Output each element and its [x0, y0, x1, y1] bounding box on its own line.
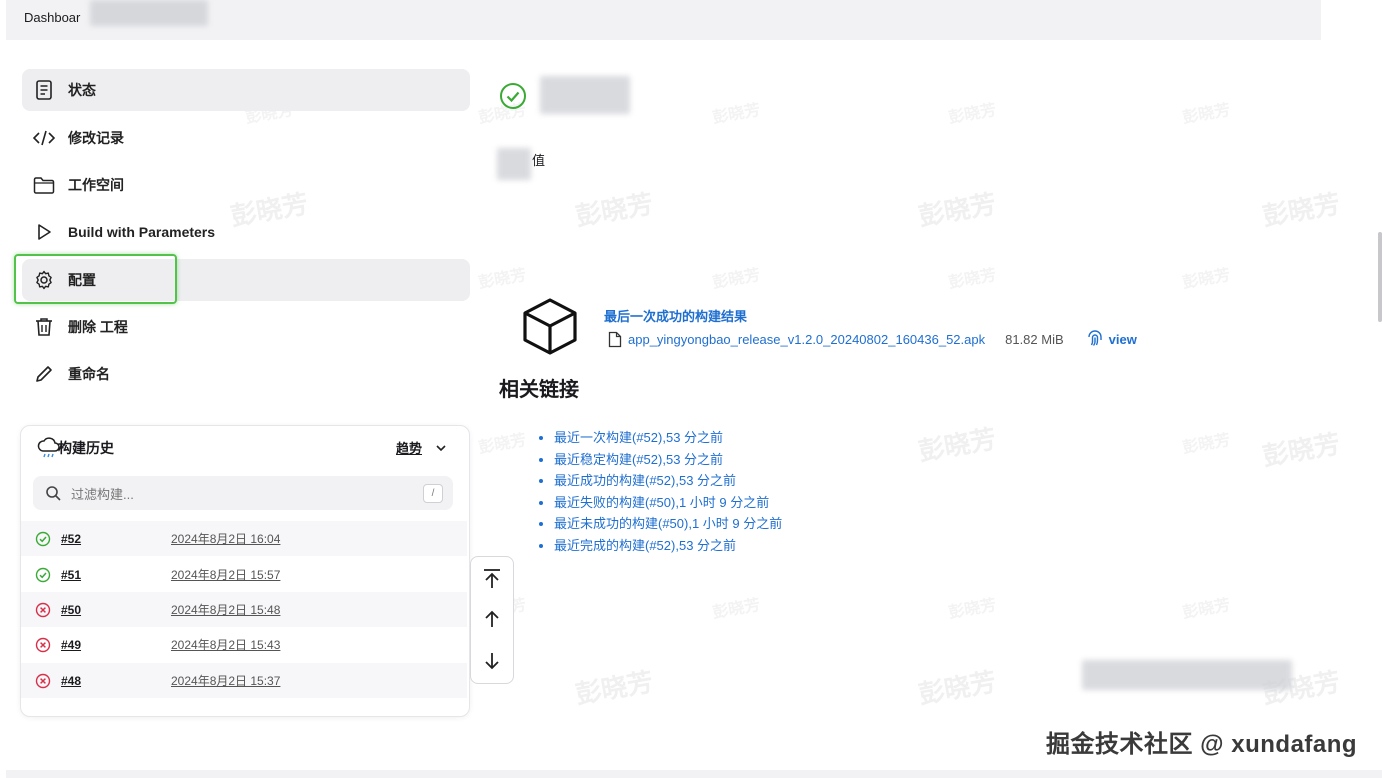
watermark: 彭晓芳	[916, 188, 999, 232]
build-time[interactable]: 2024年8月2日 15:57	[171, 566, 280, 583]
sidebar-item-build-with-parameters[interactable]: Build with Parameters	[22, 211, 470, 253]
watermark: 彭晓芳	[1260, 428, 1343, 472]
success-status-icon	[500, 83, 526, 109]
artifact-row: app_yingyongbao_release_v1.2.0_20240802_…	[608, 330, 1137, 348]
failed-status-icon	[35, 602, 51, 617]
watermark: 彭晓芳	[477, 266, 528, 293]
sidebar-item-status[interactable]: 状态	[22, 69, 470, 111]
search-icon	[45, 485, 61, 506]
artifact-file-size: 81.82 MiB	[1005, 331, 1064, 347]
trash-icon	[32, 315, 56, 339]
trend-link[interactable]: 趋势	[396, 438, 422, 457]
scroll-down-button[interactable]	[471, 641, 513, 681]
bottom-bar	[6, 770, 1382, 778]
file-icon	[608, 331, 622, 347]
fingerprint-icon	[1087, 330, 1102, 346]
view-label: view	[1108, 331, 1137, 347]
artifact-file-link[interactable]: app_yingyongbao_release_v1.2.0_20240802_…	[628, 332, 985, 347]
sidebar-item-rename[interactable]: 重命名	[22, 353, 470, 395]
sidebar-item-delete-project[interactable]: 删除 工程	[22, 306, 470, 348]
related-link[interactable]: 最近稳定构建(#52),53 分之前	[554, 449, 782, 471]
play-icon	[32, 220, 56, 244]
blurred-breadcrumb	[90, 0, 208, 26]
blurred-job-title	[540, 76, 630, 114]
build-number-link[interactable]: #51	[61, 568, 171, 582]
filter-shortcut-key: /	[423, 484, 443, 503]
watermark: 彭晓芳	[573, 666, 656, 710]
arrow-down-icon	[485, 653, 499, 670]
page-scroll-controls	[470, 556, 514, 684]
related-link[interactable]: 最近一次构建(#52),53 分之前	[554, 427, 782, 449]
related-link[interactable]: 最近成功的构建(#52),53 分之前	[554, 470, 782, 492]
watermark: 彭晓芳	[1260, 188, 1343, 232]
breadcrumb-dashboard[interactable]: Dashboar	[24, 10, 80, 25]
watermark: 彭晓芳	[1181, 596, 1232, 623]
related-links-list: 最近一次构建(#52),53 分之前 最近稳定构建(#52),53 分之前 最近…	[534, 427, 782, 556]
sidebar-item-label: Build with Parameters	[68, 224, 216, 240]
document-icon	[32, 78, 56, 102]
build-time[interactable]: 2024年8月2日 15:37	[171, 672, 280, 689]
watermark: 彭晓芳	[1181, 266, 1232, 293]
build-row[interactable]: #49 2024年8月2日 15:43	[21, 627, 467, 662]
arrow-up-icon	[485, 610, 499, 627]
build-time[interactable]: 2024年8月2日 15:48	[171, 601, 280, 618]
watermark: 彭晓芳	[916, 666, 999, 710]
build-number-link[interactable]: #48	[61, 674, 171, 688]
build-filter-input[interactable]	[69, 476, 413, 512]
build-row[interactable]: #48 2024年8月2日 15:37	[21, 663, 467, 698]
build-row[interactable]: #52 2024年8月2日 16:04	[21, 521, 467, 556]
watermark: 彭晓芳	[573, 188, 656, 232]
parameter-value-label: 值	[532, 153, 546, 168]
watermark: 彭晓芳	[1181, 431, 1232, 458]
related-links-heading: 相关链接	[499, 379, 579, 401]
sidebar-item-label: 修改记录	[68, 130, 124, 146]
watermark: 彭晓芳	[711, 266, 762, 293]
build-time[interactable]: 2024年8月2日 16:04	[171, 530, 280, 547]
success-status-icon	[35, 531, 51, 546]
sidebar-item-label: 状态	[68, 82, 96, 98]
blurred-footer-info	[1082, 660, 1292, 690]
related-link[interactable]: 最近完成的构建(#52),53 分之前	[554, 535, 782, 557]
sidebar-item-label: 删除 工程	[68, 319, 128, 335]
watermark: 彭晓芳	[947, 101, 998, 128]
watermark: 彭晓芳	[711, 596, 762, 623]
blurred-description	[497, 148, 531, 180]
build-time[interactable]: 2024年8月2日 15:43	[171, 636, 280, 653]
scroll-to-top-button[interactable]	[471, 559, 513, 599]
scroll-up-button[interactable]	[471, 599, 513, 639]
failed-status-icon	[35, 673, 51, 688]
watermark: 彭晓芳	[947, 266, 998, 293]
watermark: 彭晓芳	[711, 101, 762, 128]
related-link[interactable]: 最近失败的构建(#50),1 小时 9 分之前	[554, 492, 782, 514]
code-icon	[32, 126, 56, 150]
success-status-icon	[35, 567, 51, 582]
pencil-icon	[32, 362, 56, 386]
folder-icon	[32, 173, 56, 197]
page-scrollbar[interactable]	[1378, 232, 1382, 322]
build-number-link[interactable]: #50	[61, 603, 171, 617]
arrow-to-top-icon	[484, 569, 500, 588]
site-watermark: 掘金技术社区 @ xundafang	[1046, 731, 1358, 758]
build-filter[interactable]: /	[33, 476, 453, 512]
watermark: 彭晓芳	[1181, 101, 1232, 128]
chevron-down-icon[interactable]	[434, 441, 448, 460]
watermark: 彭晓芳	[916, 423, 999, 467]
build-history-title: 构建历史	[58, 440, 114, 456]
sidebar-item-workspace[interactable]: 工作空间	[22, 164, 470, 206]
package-icon	[523, 298, 577, 355]
watermark: 彭晓芳	[477, 431, 528, 458]
artifact-view-link[interactable]: view	[1086, 330, 1137, 348]
build-row[interactable]: #50 2024年8月2日 15:48	[21, 592, 467, 627]
build-row[interactable]: #51 2024年8月2日 15:57	[21, 557, 467, 592]
last-successful-artifacts-link[interactable]: 最后一次成功的构建结果	[604, 306, 747, 325]
failed-status-icon	[35, 637, 51, 652]
sidebar-item-label: 重命名	[68, 366, 110, 382]
build-number-link[interactable]: #49	[61, 638, 171, 652]
sidebar-item-changes[interactable]: 修改记录	[22, 117, 470, 159]
watermark: 彭晓芳	[947, 596, 998, 623]
configure-highlight-box	[14, 254, 177, 304]
build-number-link[interactable]: #52	[61, 532, 171, 546]
related-link[interactable]: 最近未成功的构建(#50),1 小时 9 分之前	[554, 513, 782, 535]
sidebar-item-label: 工作空间	[68, 177, 124, 193]
